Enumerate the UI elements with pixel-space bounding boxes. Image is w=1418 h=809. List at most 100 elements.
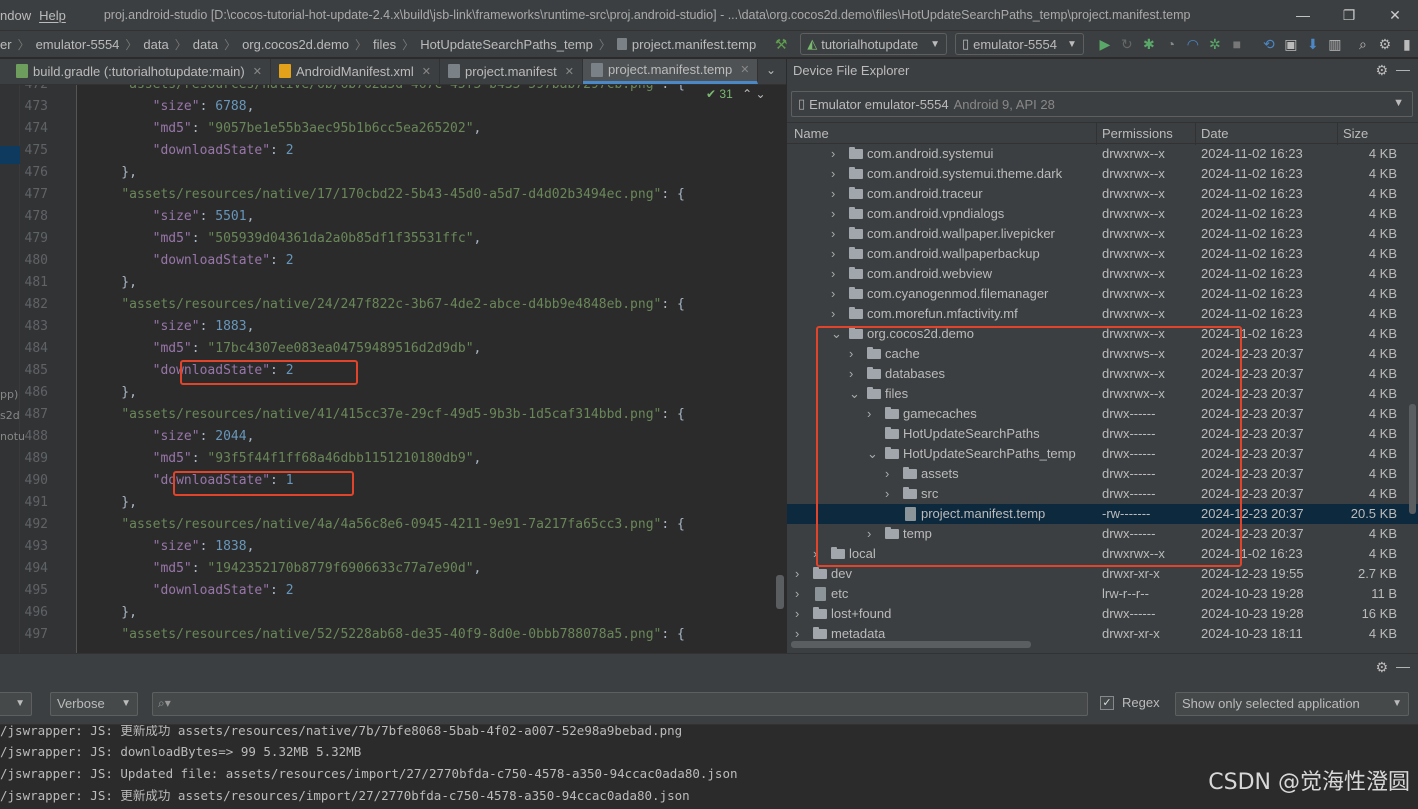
line-number: 484 xyxy=(24,341,48,356)
device-dropdown[interactable]: ▯ Emulator emulator-5554 Android 9, API … xyxy=(791,91,1413,117)
folder-row[interactable]: › com.android.wallpaperbackup drwxrwx--x 20… xyxy=(787,244,1418,264)
code-line: 479 "md5": "505939d04361da2a0b85df1f3553… xyxy=(0,228,786,250)
inspection-status[interactable]: ✔ 31 ⌃ ⌄ xyxy=(706,87,766,101)
avd-manager-icon[interactable]: ▣ xyxy=(1280,36,1302,53)
run-icon[interactable]: ▶ xyxy=(1094,36,1116,53)
chevron-down-icon[interactable]: ⌄ xyxy=(756,87,766,101)
close-window-button[interactable]: ✕ xyxy=(1372,0,1418,30)
search-icon[interactable]: ⌕ xyxy=(1352,36,1374,53)
folder-row[interactable]: › com.android.vpndialogs drwxrwx--x 2024-11… xyxy=(787,204,1418,224)
breadcrumb-item[interactable]: project.manifest.temp xyxy=(632,37,756,52)
breadcrumb-item[interactable]: data xyxy=(193,37,218,52)
close-icon[interactable]: ✕ xyxy=(565,65,574,78)
chevron-right-icon[interactable]: › xyxy=(795,564,799,584)
breadcrumb-item[interactable]: er xyxy=(0,37,12,52)
attach-debugger-icon[interactable]: ◔ xyxy=(1160,36,1182,52)
chevron-right-icon[interactable]: › xyxy=(831,224,835,244)
log-level-select[interactable]: Verbose ▼ xyxy=(50,692,138,716)
chevron-right-icon[interactable]: › xyxy=(831,145,835,164)
chevron-right-icon[interactable]: › xyxy=(831,164,835,184)
profile-icon[interactable]: ◠ xyxy=(1182,36,1204,53)
settings-icon[interactable]: ⚙ xyxy=(1374,36,1396,53)
chevron-right-icon[interactable]: › xyxy=(831,204,835,224)
tabs-overflow-icon[interactable]: ⌄ xyxy=(766,63,776,77)
row-name: com.android.vpndialogs xyxy=(867,206,1005,221)
folder-row[interactable]: › com.cyanogenmod.filemanager drwxrwx--x 20… xyxy=(787,284,1418,304)
regex-checkbox[interactable]: ✓ xyxy=(1100,695,1114,710)
stop-icon[interactable]: ■ xyxy=(1226,36,1248,52)
apply-changes-icon[interactable]: ↻ xyxy=(1116,36,1138,53)
folder-icon xyxy=(849,147,863,159)
chevron-right-icon[interactable]: › xyxy=(831,264,835,284)
device-select[interactable]: ▯ emulator-5554 ▼ xyxy=(954,33,1084,55)
folder-row[interactable]: › com.android.traceur drwxrwx--x 2024-11-02… xyxy=(787,184,1418,204)
sdk-manager-icon[interactable]: ⬇ xyxy=(1302,36,1324,53)
tab-build-gradle[interactable]: build.gradle (:tutorialhotupdate:main) ✕ xyxy=(0,59,271,84)
code-line: 484 "md5": "17bc4307ee083ea04759489516d2… xyxy=(0,338,786,360)
chevron-right-icon[interactable]: › xyxy=(831,284,835,304)
column-date[interactable]: Date xyxy=(1201,126,1228,141)
chevron-right-icon[interactable]: › xyxy=(831,304,835,324)
process-select[interactable]: ▼ xyxy=(0,692,32,716)
gear-icon[interactable]: ⚙ xyxy=(1375,62,1388,79)
folder-row[interactable]: › lost+found drwx------ 2024-10-23 19:28 16 … xyxy=(787,604,1418,624)
restore-button[interactable]: ❐ xyxy=(1326,0,1372,30)
file-row[interactable]: › etc lrw-r--r-- 2024-10-23 19:28 11 B xyxy=(787,584,1418,604)
regex-toggle[interactable]: ✓ Regex xyxy=(1100,695,1160,710)
menu-help[interactable]: Help xyxy=(39,8,74,23)
chevron-right-icon[interactable]: › xyxy=(795,584,799,604)
code-text: "size": 1838, xyxy=(152,539,255,554)
chevron-right-icon[interactable]: › xyxy=(795,604,799,624)
file-tree-hscrollbar[interactable] xyxy=(791,641,1031,648)
code-editor[interactable]: pp) s2d notu 472 "assets/resources/nativ… xyxy=(0,85,786,653)
close-icon[interactable]: ✕ xyxy=(422,65,431,78)
minimize-button[interactable]: — xyxy=(1280,0,1326,30)
debug-icon[interactable]: ✱ xyxy=(1138,36,1160,53)
logcat-search-input[interactable]: ⌕▾ xyxy=(152,692,1088,716)
app-filter-select[interactable]: Show only selected application ▼ xyxy=(1175,692,1409,716)
editor-scrollbar[interactable] xyxy=(776,575,784,609)
code-line: 495 "downloadState": 2 xyxy=(0,580,786,602)
folder-row[interactable]: › dev drwxr-xr-x 2024-12-23 19:55 2.7 KB xyxy=(787,564,1418,584)
code-text: "size": 5501, xyxy=(152,209,255,224)
row-perm: drwxrwx--x xyxy=(1102,246,1165,261)
tab-project-manifest-temp[interactable]: project.manifest.temp ✕ xyxy=(582,59,759,84)
folder-row[interactable]: › com.android.systemui.theme.dark drwxrwx-… xyxy=(787,164,1418,184)
row-perm: drwxrwx--x xyxy=(1102,186,1165,201)
chevron-right-icon[interactable]: › xyxy=(795,624,799,641)
close-icon[interactable]: ✕ xyxy=(740,63,749,76)
chevron-right-icon[interactable]: › xyxy=(831,244,835,264)
layout-inspector-icon[interactable]: ▥ xyxy=(1324,36,1346,53)
line-number: 491 xyxy=(24,495,48,510)
minimize-panel-icon[interactable]: — xyxy=(1396,658,1410,674)
tab-project-manifest[interactable]: project.manifest ✕ xyxy=(440,59,583,84)
coverage-icon[interactable]: ✲ xyxy=(1204,36,1226,53)
column-size[interactable]: Size xyxy=(1343,126,1368,141)
breadcrumb-item[interactable]: HotUpdateSearchPaths_temp xyxy=(420,37,593,52)
run-config-select[interactable]: ◭ tutorialhotupdate ▼ xyxy=(800,33,947,55)
sync-icon[interactable]: ⟲ xyxy=(1258,36,1280,53)
hammer-icon[interactable]: ⚒ xyxy=(770,36,792,53)
folder-row[interactable]: › com.android.wallpaper.livepicker drwxrwx… xyxy=(787,224,1418,244)
chevron-up-icon[interactable]: ⌃ xyxy=(742,87,752,101)
folder-row[interactable]: › com.android.systemui drwxrwx--x 2024-11-0… xyxy=(787,145,1418,164)
column-permissions[interactable]: Permissions xyxy=(1102,126,1173,141)
row-size: 11 B xyxy=(1371,586,1397,601)
file-tree-vscrollbar[interactable] xyxy=(1409,404,1416,514)
folder-row[interactable]: › com.morefun.mfactivity.mf drwxrwx--x 2024… xyxy=(787,304,1418,324)
breadcrumb-item[interactable]: org.cocos2d.demo xyxy=(242,37,349,52)
more-icon[interactable]: ▮ xyxy=(1396,36,1418,53)
minimize-panel-icon[interactable]: — xyxy=(1396,61,1410,77)
tab-android-manifest[interactable]: AndroidManifest.xml ✕ xyxy=(271,59,440,84)
menu-window[interactable]: ndow xyxy=(0,8,39,23)
breadcrumb-item[interactable]: files xyxy=(373,37,396,52)
breadcrumb-item[interactable]: emulator-5554 xyxy=(36,37,120,52)
column-name[interactable]: Name xyxy=(794,126,829,141)
folder-row[interactable]: › com.android.webview drwxrwx--x 2024-11-02… xyxy=(787,264,1418,284)
folder-row[interactable]: › metadata drwxr-xr-x 2024-10-23 18:11 4 KB xyxy=(787,624,1418,641)
logcat-output[interactable]: /jswrapper: JS: 更新成功 assets/resources/na… xyxy=(0,725,1418,809)
close-icon[interactable]: ✕ xyxy=(253,65,262,78)
chevron-right-icon[interactable]: › xyxy=(831,184,835,204)
gear-icon[interactable]: ⚙ xyxy=(1375,659,1388,676)
breadcrumb-item[interactable]: data xyxy=(143,37,168,52)
